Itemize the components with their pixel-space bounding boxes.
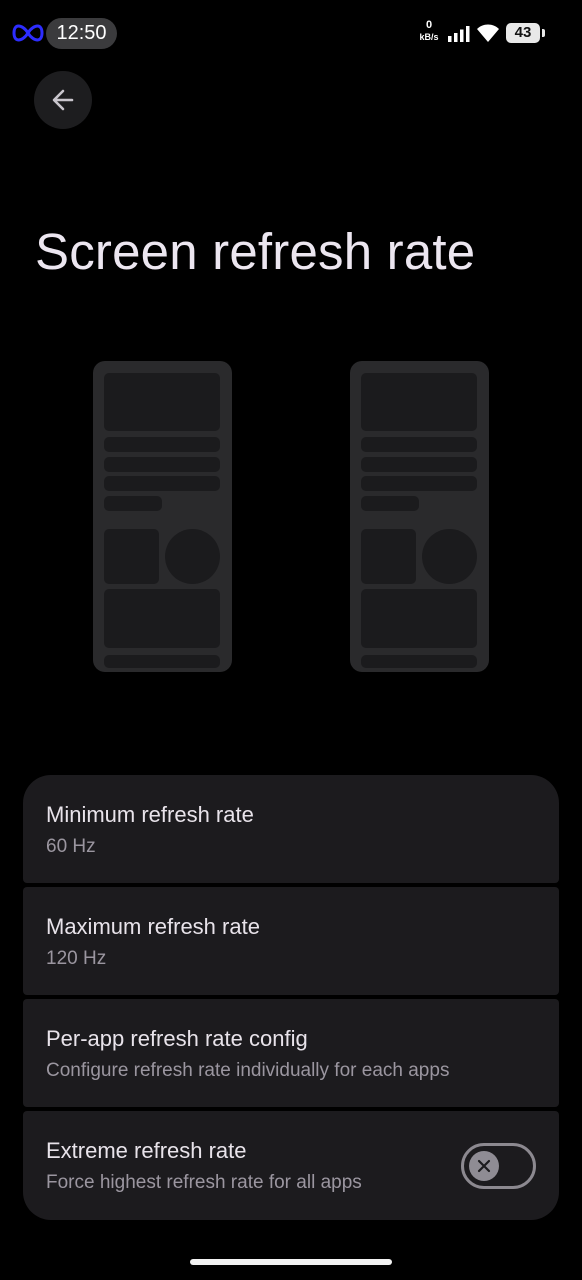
close-icon — [477, 1159, 491, 1173]
setting-title: Minimum refresh rate — [46, 802, 254, 827]
status-bar: 12:50 0 kB/s 43 — [0, 0, 582, 66]
setting-title: Per-app refresh rate config — [46, 1026, 308, 1051]
setting-minimum-refresh-rate[interactable]: Minimum refresh rate 60 Hz — [23, 775, 559, 883]
network-speed-unit: kB/s — [419, 32, 439, 42]
arrow-left-icon — [52, 89, 74, 111]
status-time: 12:50 — [46, 18, 117, 49]
signal-icon — [448, 26, 470, 42]
setting-subtitle: Configure refresh rate individually for … — [46, 1060, 450, 1081]
toggle-knob — [469, 1151, 499, 1181]
setting-title: Extreme refresh rate — [46, 1138, 247, 1163]
wifi-icon — [477, 24, 499, 42]
page-title: Screen refresh rate — [35, 223, 476, 280]
back-button[interactable] — [34, 71, 92, 129]
setting-subtitle: Force highest refresh rate for all apps — [46, 1172, 362, 1193]
phone-illustration-left — [93, 361, 232, 672]
setting-per-app-refresh-rate[interactable]: Per-app refresh rate config Configure re… — [23, 999, 559, 1107]
phone-illustration-right — [350, 361, 489, 672]
setting-subtitle: 60 Hz — [46, 836, 96, 857]
infinity-icon — [12, 24, 44, 42]
network-speed-value: 0 — [425, 19, 433, 31]
setting-maximum-refresh-rate[interactable]: Maximum refresh rate 120 Hz — [23, 887, 559, 995]
settings-list: Minimum refresh rate 60 Hz Maximum refre… — [23, 775, 559, 1220]
home-indicator[interactable] — [190, 1259, 392, 1265]
setting-subtitle: 120 Hz — [46, 948, 107, 969]
network-speed: 0 kB/s — [414, 20, 444, 42]
extreme-refresh-rate-toggle[interactable] — [461, 1143, 536, 1189]
setting-extreme-refresh-rate[interactable]: Extreme refresh rate Force highest refre… — [23, 1111, 559, 1220]
battery-icon: 43 — [506, 23, 545, 43]
setting-title: Maximum refresh rate — [46, 914, 260, 939]
